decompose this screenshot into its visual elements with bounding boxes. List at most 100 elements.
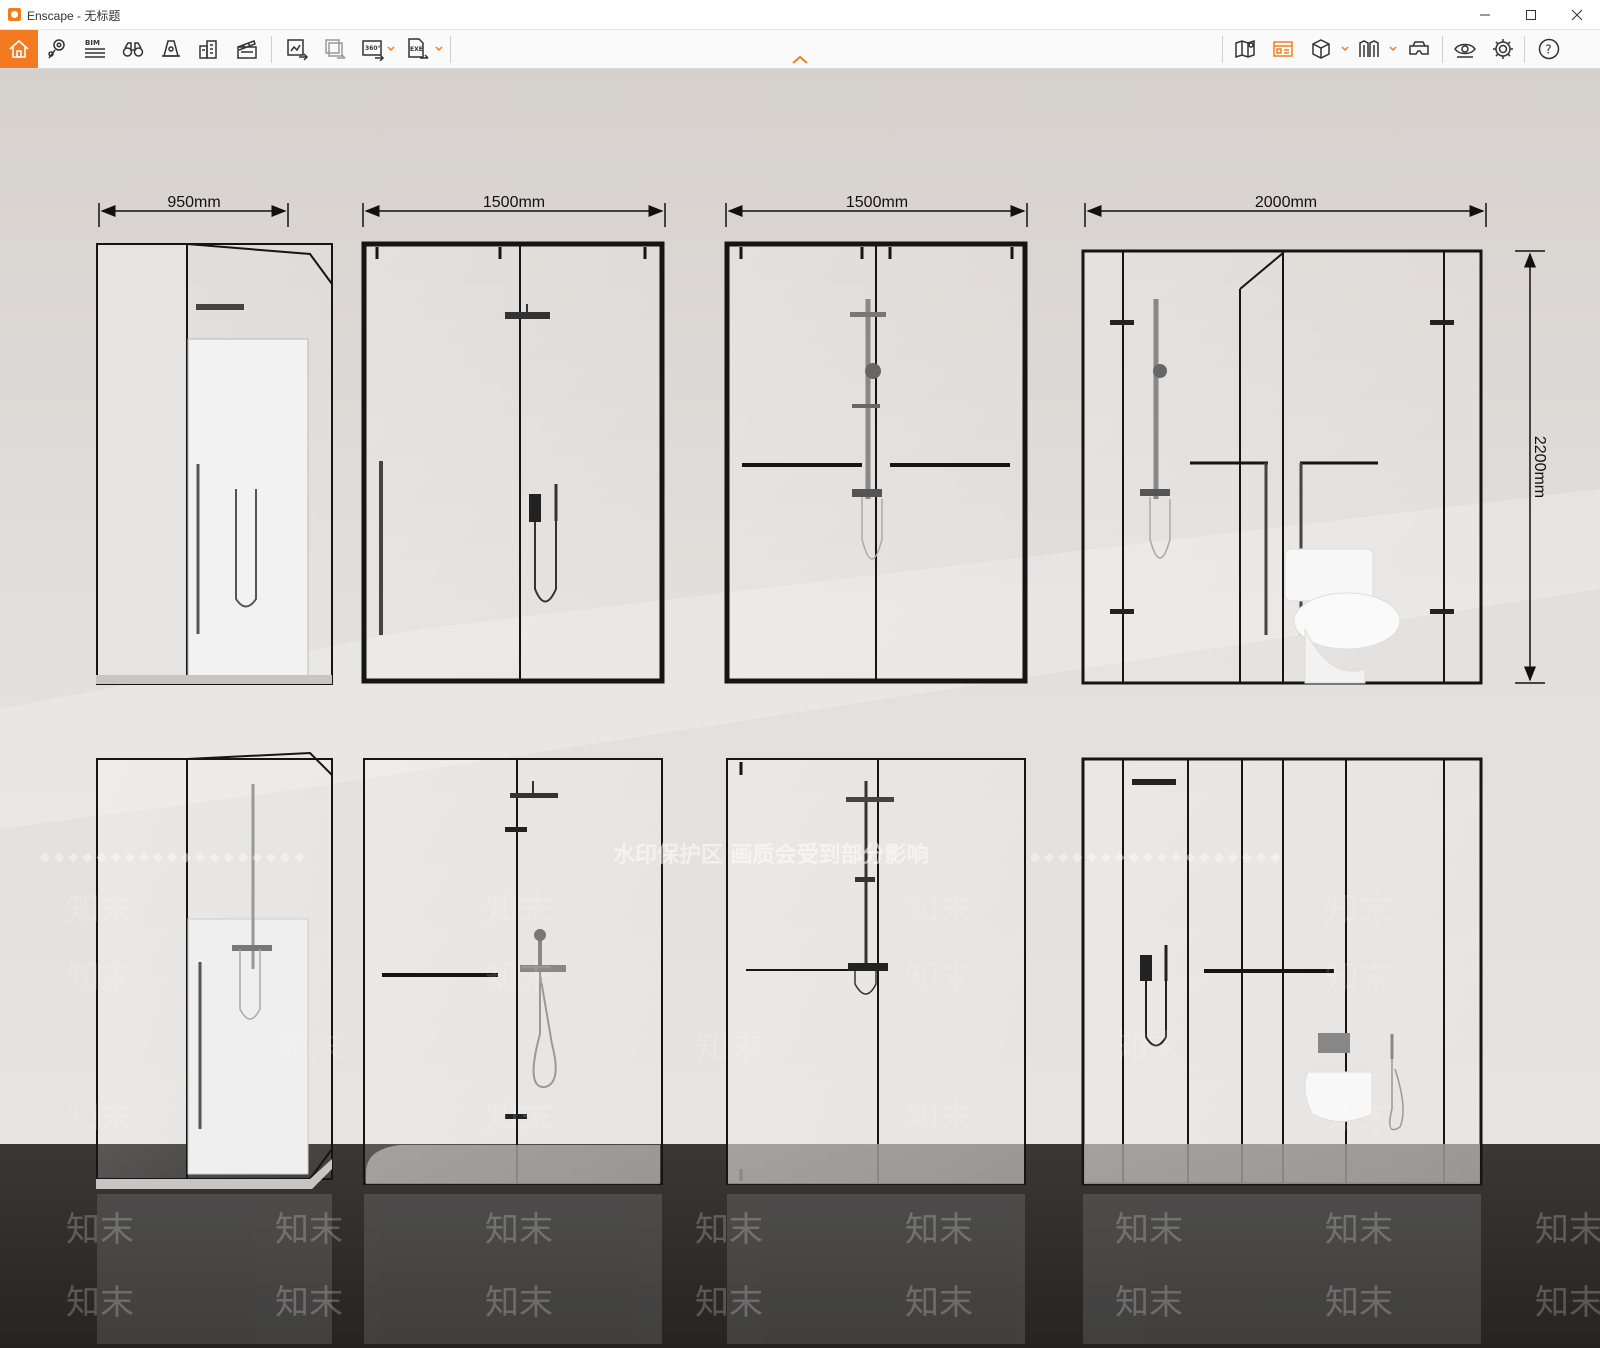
exe-dropdown-chevron-down-icon[interactable] xyxy=(434,44,444,54)
svg-text:知末: 知末 xyxy=(485,890,553,930)
shower-enclosure-1500-b-bottom xyxy=(726,758,1026,1185)
svg-text:知末: 知末 xyxy=(66,1283,134,1323)
svg-text:◆ ◆ ◆ ◆ ◆ ◆ ◆ ◆ ◆ ◆: ◆ ◆ ◆ ◆ ◆ ◆ ◆ ◆ ◆ ◆ ◆ ◆ ◆ ◆ ◆ ◆ ◆ ◆ ◆ xyxy=(40,850,304,865)
home-icon xyxy=(9,39,29,58)
preview-button[interactable] xyxy=(1446,30,1484,68)
asset-library-button[interactable] xyxy=(1264,30,1302,68)
svg-text:知末: 知末 xyxy=(485,958,553,998)
batch-render-button[interactable] xyxy=(316,30,354,68)
screenshot-export-icon xyxy=(287,39,309,61)
svg-text:知末: 知末 xyxy=(485,1098,553,1138)
svg-text:◆ ◆ ◆ ◆ ◆ ◆ ◆ ◆ ◆ ◆: ◆ ◆ ◆ ◆ ◆ ◆ ◆ ◆ ◆ ◆ ◆ ◆ ◆ ◆ ◆ ◆ ◆ ◆ xyxy=(1030,850,1280,865)
cube-view-button[interactable] xyxy=(1302,30,1340,68)
svg-text:知末: 知末 xyxy=(695,1028,763,1068)
width-label-1500-b: 1500mm xyxy=(846,194,908,211)
svg-text:知末: 知末 xyxy=(485,1210,553,1250)
svg-text:知末: 知末 xyxy=(1325,1283,1393,1323)
toolbar-separator xyxy=(1442,36,1443,63)
height-label-2200: 2200mm xyxy=(1531,436,1548,498)
svg-text:知末: 知末 xyxy=(1325,890,1393,930)
minimize-button[interactable] xyxy=(1462,0,1508,30)
render-viewport[interactable]: 950mm 1500mm 1500mm 2000mm 2200mm 水印保护区 … xyxy=(0,69,1600,1348)
shower-enclosure-1500-b-top xyxy=(724,241,1028,684)
buildings-button[interactable] xyxy=(190,30,228,68)
enscape-logo-icon xyxy=(8,8,21,21)
binoculars-button[interactable] xyxy=(114,30,152,68)
visual-settings-icon xyxy=(1359,40,1379,57)
collapse-toolbar-chevron-up-icon[interactable] xyxy=(790,52,810,66)
notifications-button[interactable] xyxy=(152,30,190,68)
visual-settings-dropdown-chevron-down-icon[interactable] xyxy=(1388,44,1398,54)
toolbar-separator xyxy=(271,36,272,63)
svg-text:BIM: BIM xyxy=(85,39,100,47)
close-icon xyxy=(1571,9,1583,21)
svg-text:知末: 知末 xyxy=(66,1098,134,1138)
svg-text:知末: 知末 xyxy=(1535,1210,1600,1250)
svg-text:知末: 知末 xyxy=(1325,1098,1393,1138)
svg-text:知末: 知末 xyxy=(1325,958,1393,998)
panorama-dropdown-chevron-down-icon[interactable] xyxy=(386,44,396,54)
bim-button[interactable]: BIM xyxy=(76,30,114,68)
exe-export-button[interactable]: EXE xyxy=(398,30,436,68)
svg-text:知末: 知末 xyxy=(1115,1028,1183,1068)
svg-text:知末: 知末 xyxy=(695,1283,763,1323)
video-editor-button[interactable] xyxy=(228,30,266,68)
shower-enclosure-950-top xyxy=(96,243,333,685)
svg-text:知末: 知末 xyxy=(905,1098,973,1138)
settings-button[interactable] xyxy=(1484,30,1522,68)
location-pin-icon xyxy=(48,39,65,59)
eye-icon xyxy=(1454,43,1476,58)
svg-text:知末: 知末 xyxy=(275,1210,343,1250)
binoculars-icon xyxy=(122,42,144,57)
vr-headset-icon xyxy=(1409,41,1429,55)
cube-view-icon xyxy=(1312,39,1330,59)
panorama-360-icon: 360° xyxy=(362,40,385,61)
home-button[interactable] xyxy=(0,30,38,68)
svg-text:知末: 知末 xyxy=(275,1028,343,1068)
shower-enclosure-2000-bottom xyxy=(1081,757,1483,1186)
help-button[interactable]: ? xyxy=(1530,30,1568,68)
width-label-2000: 2000mm xyxy=(1255,194,1317,211)
svg-text:知末: 知末 xyxy=(485,1283,553,1323)
svg-text:360°: 360° xyxy=(365,45,381,52)
svg-text:知末: 知末 xyxy=(1325,1210,1393,1250)
visual-settings-button[interactable] xyxy=(1350,30,1388,68)
gear-icon xyxy=(1493,39,1513,59)
exe-export-icon: EXE xyxy=(408,38,429,59)
window-title: Enscape - 无标题 xyxy=(27,9,121,23)
width-label-950: 950mm xyxy=(167,194,220,211)
svg-text:知末: 知末 xyxy=(695,1210,763,1250)
toolbar-separator xyxy=(450,36,451,63)
svg-text:EXE: EXE xyxy=(410,46,423,53)
cube-view-dropdown-chevron-down-icon[interactable] xyxy=(1340,44,1350,54)
buildings-icon xyxy=(199,40,217,59)
svg-text:知末: 知末 xyxy=(66,958,134,998)
svg-text:知末: 知末 xyxy=(905,1210,973,1250)
toolbar-separator xyxy=(1524,36,1525,63)
views-button[interactable] xyxy=(38,30,76,68)
svg-text:知末: 知末 xyxy=(66,890,134,930)
svg-text:知末: 知末 xyxy=(66,1210,134,1250)
map-button[interactable] xyxy=(1226,30,1264,68)
title-bar: Enscape - 无标题 xyxy=(0,0,1600,30)
help-icon: ? xyxy=(1538,38,1560,60)
close-button[interactable] xyxy=(1554,0,1600,30)
maximize-icon xyxy=(1526,10,1536,20)
maximize-button[interactable] xyxy=(1508,0,1554,30)
svg-text:知末: 知末 xyxy=(1535,1283,1600,1323)
vr-headset-button[interactable] xyxy=(1400,30,1438,68)
minimize-icon xyxy=(1480,14,1490,16)
svg-text:知末: 知末 xyxy=(905,890,973,930)
svg-text:知末: 知末 xyxy=(275,1283,343,1323)
width-label-1500-a: 1500mm xyxy=(483,194,545,211)
screenshot-button[interactable] xyxy=(278,30,316,68)
bim-icon: BIM xyxy=(85,39,105,58)
svg-text:知末: 知末 xyxy=(1115,1210,1183,1250)
watermark-banner: 水印保护区 画质会受到部分影响 xyxy=(613,842,929,868)
asset-library-icon xyxy=(1273,41,1293,57)
batch-render-icon xyxy=(325,39,346,59)
toolbar-separator xyxy=(1222,36,1223,63)
scene-render: 950mm 1500mm 1500mm 2000mm 2200mm 水印保护区 … xyxy=(0,69,1600,1348)
svg-text:知末: 知末 xyxy=(1115,1283,1183,1323)
shower-enclosure-2000-top xyxy=(1081,249,1483,685)
